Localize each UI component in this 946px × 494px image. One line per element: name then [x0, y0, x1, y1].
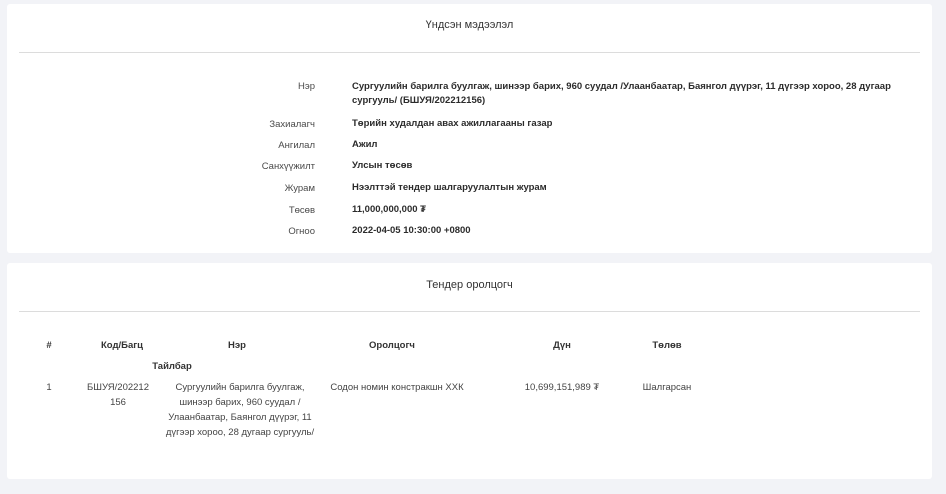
customer-label: Захиалагч	[269, 119, 315, 130]
col-header-name: Нэр	[228, 340, 246, 351]
row-code: БШУЯ/202212156	[87, 382, 149, 408]
col-header-description: Тайлбар	[152, 361, 192, 372]
col-header-status: Төлөв	[652, 340, 682, 351]
funding-value: Улсын төсөв	[352, 160, 413, 171]
col-header-code: Код/Багц	[100, 340, 144, 351]
category-label: Ангилал	[278, 140, 315, 151]
procedure-label: Журам	[284, 183, 315, 194]
bidders-title: Тендер оролцогч	[426, 279, 513, 291]
bidders-divider	[19, 311, 920, 312]
bidders-card: Тендер оролцогч # Код/Багц Нэр Оролцогч …	[7, 263, 932, 479]
date-value: 2022-04-05 10:30:00 +0800	[352, 225, 471, 236]
row-amount: 10,699,151,989 ₮	[524, 382, 600, 393]
row-bidder: Содон номин констракшн ХХК	[330, 382, 464, 393]
funding-label: Санхүүжилт	[261, 161, 315, 172]
name-label: Нэр	[298, 81, 315, 92]
category-value: Ажил	[352, 139, 378, 150]
main-info-card: Үндсэн мэдээлэл Нэр Сургуулийн барилга б…	[7, 4, 932, 253]
procedure-value: Нээлттэй тендер шалгаруулалтын журам	[352, 182, 547, 193]
main-info-divider	[19, 52, 920, 53]
date-label: Огноо	[288, 226, 315, 237]
budget-label: Төсөв	[288, 205, 315, 216]
budget-value: 11,000,000,000 ₮	[352, 204, 426, 215]
row-name: Сургуулийн барилга буулгаж, шинээр барих…	[165, 382, 315, 438]
customer-value: Төрийн худалдан авах ажиллагааны газар	[352, 118, 553, 129]
col-header-num: #	[46, 340, 52, 351]
row-status: Шалгарсан	[642, 382, 692, 393]
col-header-bidder: Оролцогч	[369, 340, 415, 351]
row-num: 1	[46, 382, 52, 393]
main-info-title: Үндсэн мэдээлэл	[425, 19, 514, 31]
col-header-amount: Дүн	[553, 340, 571, 351]
name-value: Сургуулийн барилга буулгаж, шинээр барих…	[352, 81, 891, 106]
